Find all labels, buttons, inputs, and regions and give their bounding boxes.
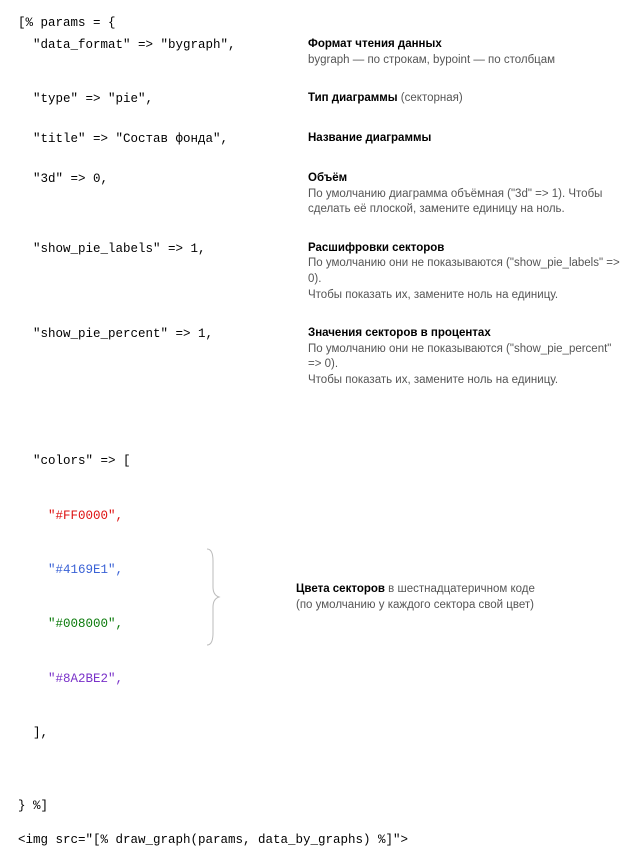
code-open: [% params = {: [18, 14, 308, 32]
row-percent: "show_pie_percent" => 1, Значения сектор…: [18, 325, 622, 388]
desc-colors: Цвета секторов в шестнадцатеричном коде …: [228, 581, 622, 613]
code-colors: "colors" => [ "#FF0000", "#4169E1", "#00…: [18, 416, 198, 779]
desc-title: Цвета секторов: [296, 583, 385, 595]
row-type: "type" => "pie", Тип диаграммы (секторна…: [18, 90, 622, 108]
color-3: "#008000",: [18, 615, 198, 633]
row-data-format: "data_format" => "bygraph", Формат чтени…: [18, 36, 622, 68]
code-data-format: "data_format" => "bygraph",: [18, 36, 308, 54]
colors-open: "colors" => [: [18, 452, 198, 470]
color-2: "#4169E1",: [18, 561, 198, 579]
curly-brace-icon: [198, 547, 228, 647]
desc-title: Значения секторов в процентах: [308, 326, 622, 342]
desc-title: Тип диаграммы: [308, 92, 398, 104]
desc-title: Формат чтения данных: [308, 37, 622, 53]
code-close: } %]: [18, 797, 308, 815]
row-open: [% params = {: [18, 14, 622, 32]
desc-body: bygraph — по строкам, bypoint — по столб…: [308, 53, 622, 69]
code-title: "title" => "Состав фонда",: [18, 130, 308, 148]
desc-title-row: Название диаграммы: [308, 130, 622, 147]
desc-body: По умолчанию они не показываются ("show_…: [308, 342, 622, 389]
desc-title: Расшифровки секторов: [308, 241, 622, 257]
code-labels: "show_pie_labels" => 1,: [18, 240, 308, 258]
desc-labels: Расшифровки секторов По умолчанию они не…: [308, 240, 622, 303]
color-4: "#8A2BE2",: [18, 670, 198, 688]
desc-data-format: Формат чтения данных bygraph — по строка…: [308, 36, 622, 68]
row-title: "title" => "Состав фонда", Название диаг…: [18, 130, 622, 148]
row-close: } %]: [18, 797, 622, 815]
desc-percent: Значения секторов в процентах По умолчан…: [308, 325, 622, 388]
row-colors: "colors" => [ "#FF0000", "#4169E1", "#00…: [18, 416, 622, 779]
desc-body: По умолчанию они не показываются ("show_…: [308, 256, 622, 303]
code-type: "type" => "pie",: [18, 90, 308, 108]
color-1: "#FF0000",: [18, 507, 198, 525]
code-3d: "3d" => 0,: [18, 170, 308, 188]
code-footer: <img src="[% draw_graph(params, data_by_…: [18, 833, 622, 847]
desc-body: По умолчанию диаграмма объёмная ("3d" =>…: [308, 187, 622, 218]
desc-paren: (секторная): [398, 92, 463, 104]
desc-title: Название диаграммы: [308, 131, 622, 147]
code-percent: "show_pie_percent" => 1,: [18, 325, 308, 343]
row-3d: "3d" => 0, Объём По умолчанию диаграмма …: [18, 170, 622, 218]
desc-type: Тип диаграммы (секторная): [308, 90, 622, 107]
colors-close: ],: [18, 724, 198, 742]
desc-title: Объём: [308, 171, 622, 187]
desc-3d: Объём По умолчанию диаграмма объёмная ("…: [308, 170, 622, 218]
row-labels: "show_pie_labels" => 1, Расшифровки сект…: [18, 240, 622, 303]
